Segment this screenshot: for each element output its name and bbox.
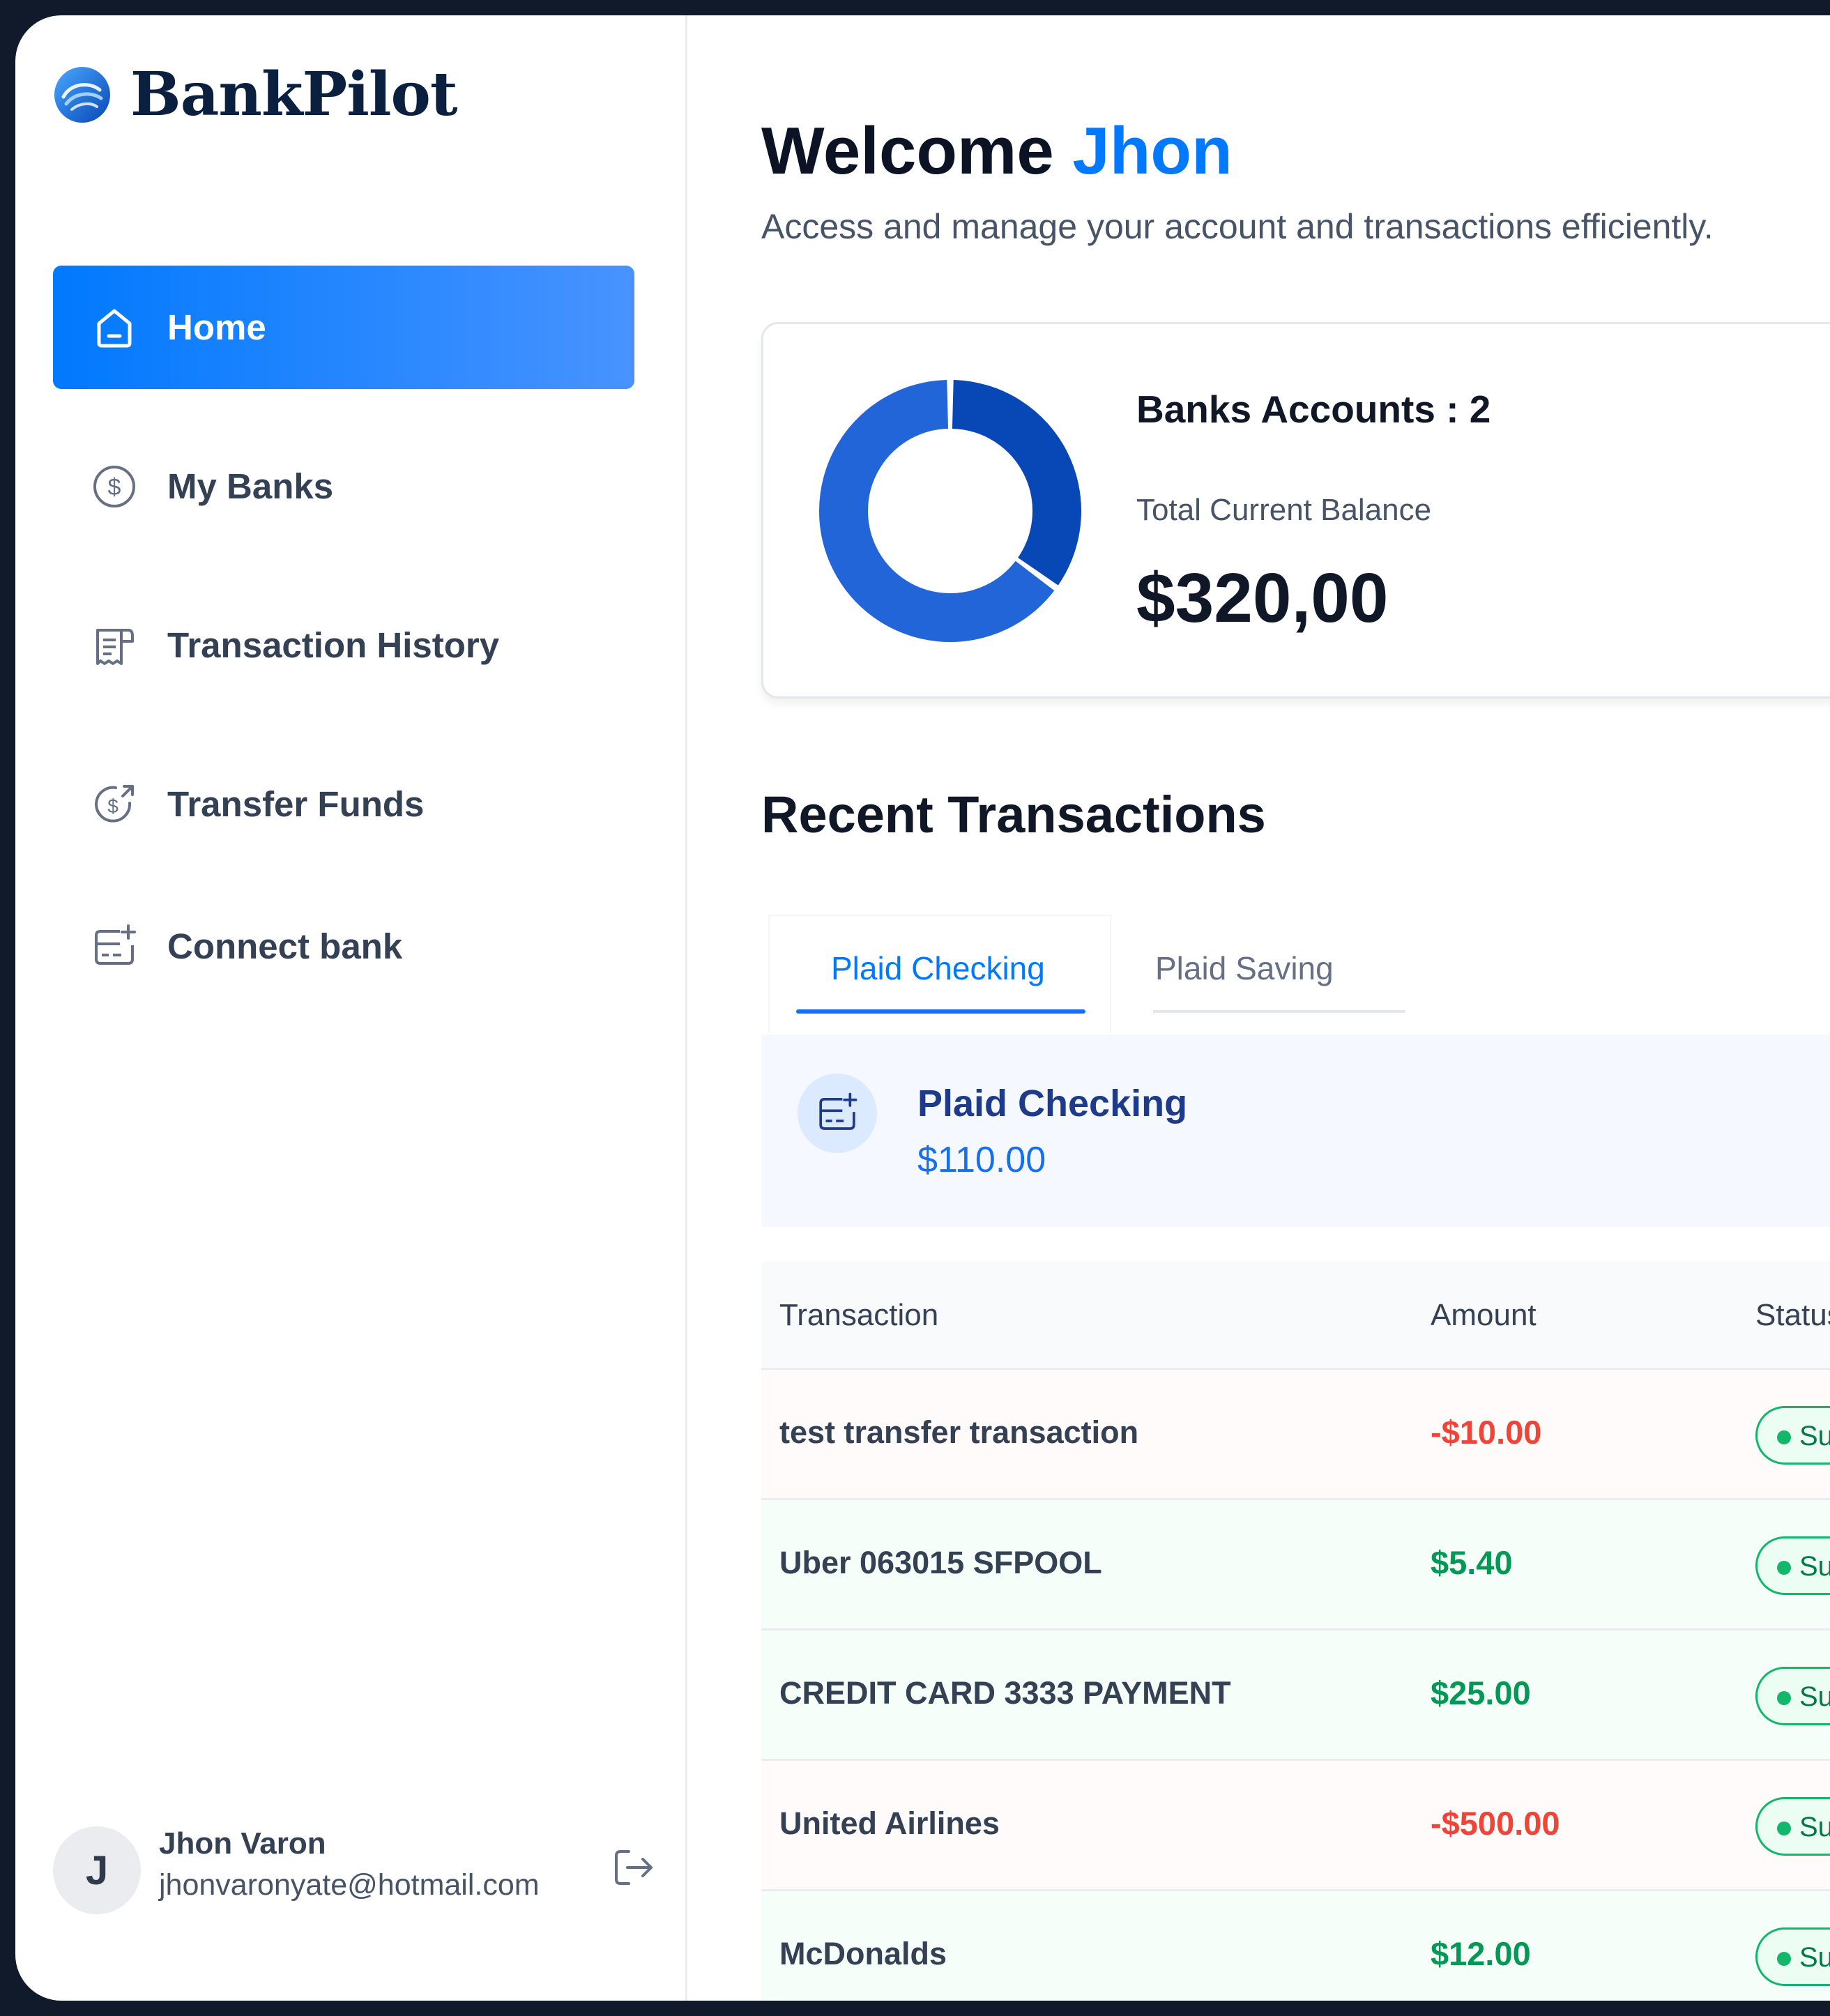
selected-account-banner: Plaid Checking $110.00: [761, 1034, 1830, 1227]
account-name: Plaid Checking: [917, 1083, 1188, 1124]
active-tab-indicator: [796, 1009, 1085, 1014]
status-badge: Suc: [1755, 1667, 1830, 1725]
dollar-circle-icon: $: [93, 465, 135, 507]
avatar[interactable]: J: [53, 1826, 141, 1914]
sidebar-item-label: Connect bank: [167, 926, 403, 966]
status-text: Suc: [1799, 1551, 1830, 1582]
svg-text:$: $: [108, 474, 121, 501]
table-row[interactable]: Uber 063015 SFPOOL $5.40 Suc: [761, 1500, 1830, 1631]
account-icon-wrapper: [798, 1074, 877, 1153]
transaction-amount: $12.00: [1431, 1935, 1531, 1972]
user-name: Jhon Varon: [159, 1826, 326, 1861]
welcome-user-name: Jhon: [1072, 114, 1233, 188]
total-balance-label: Total Current Balance: [1136, 493, 1432, 527]
brand-logo[interactable]: BankPilot: [54, 59, 458, 130]
tab-indicator: [1153, 1010, 1405, 1013]
transaction-amount: $5.40: [1431, 1544, 1513, 1581]
tab-plaid-checking[interactable]: Plaid Checking: [831, 949, 1045, 987]
welcome-prefix: Welcome: [761, 114, 1054, 188]
balance-donut-chart: [819, 380, 1081, 642]
app-window: BankPilot Home $ My Banks Transaction Hi…: [15, 15, 1830, 2001]
transaction-amount: -$10.00: [1431, 1414, 1542, 1451]
status-dot: [1777, 1691, 1791, 1705]
status-badge: Suc: [1755, 1797, 1830, 1856]
sidebar-item-transaction-history[interactable]: Transaction History: [53, 583, 634, 707]
account-balance: $110.00: [917, 1140, 1046, 1180]
sidebar-item-my-banks[interactable]: $ My Banks: [53, 425, 634, 548]
transaction-name: Uber 063015 SFPOOL: [779, 1545, 1102, 1580]
column-header-amount: Amount: [1431, 1298, 1537, 1332]
bankpilot-logo-icon: [54, 66, 110, 123]
column-header-status: Status: [1755, 1298, 1830, 1332]
total-balance-card: Banks Accounts : 2 Total Current Balance…: [761, 322, 1830, 698]
user-email: jhonvaronyate@hotmail.com: [159, 1868, 540, 1902]
transaction-amount: -$500.00: [1431, 1805, 1560, 1842]
status-text: Suc: [1799, 1942, 1830, 1973]
sidebar-item-home[interactable]: Home: [53, 266, 634, 389]
transaction-name: CREDIT CARD 3333 PAYMENT: [779, 1675, 1231, 1711]
status-dot: [1777, 1430, 1791, 1444]
brand-name: BankPilot: [130, 59, 458, 130]
status-dot: [1777, 1952, 1791, 1966]
table-row[interactable]: CREDIT CARD 3333 PAYMENT $25.00 Suc: [761, 1631, 1830, 1761]
status-dot: [1777, 1561, 1791, 1575]
status-badge: Suc: [1755, 1536, 1830, 1595]
main-content: Welcome Jhon Access and manage your acco…: [761, 15, 1830, 2001]
page-subtitle: Access and manage your account and trans…: [761, 207, 1714, 246]
status-badge: Suc: [1755, 1927, 1830, 1986]
transaction-name: United Airlines: [779, 1805, 1000, 1841]
table-row[interactable]: McDonalds $12.00 Suc: [761, 1891, 1830, 2001]
status-text: Suc: [1799, 1681, 1830, 1712]
home-icon: [97, 309, 132, 347]
sidebar: BankPilot Home $ My Banks Transaction Hi…: [15, 15, 687, 2001]
user-profile: J Jhon Varon jhonvaronyate@hotmail.com: [53, 1819, 666, 1924]
page-title: Welcome Jhon: [761, 113, 1233, 190]
card-add-icon: [95, 924, 136, 965]
tab-plaid-saving[interactable]: Plaid Saving: [1155, 949, 1334, 987]
logout-icon[interactable]: [611, 1845, 657, 1891]
status-badge: Suc: [1755, 1406, 1830, 1465]
table-header: Transaction Amount Status: [761, 1262, 1830, 1370]
table-row[interactable]: test transfer transaction -$10.00 Suc: [761, 1370, 1830, 1500]
donut-segment-primary: [952, 380, 1081, 586]
sidebar-item-label: My Banks: [167, 466, 334, 506]
table-row[interactable]: United Airlines -$500.00 Suc: [761, 1761, 1830, 1891]
status-text: Suc: [1799, 1421, 1830, 1451]
column-header-transaction: Transaction: [779, 1298, 939, 1332]
card-add-icon: [819, 1092, 857, 1130]
transaction-name: McDonalds: [779, 1936, 947, 1971]
account-tabs: Plaid Checking Plaid Saving: [761, 915, 1830, 1033]
bank-accounts-count: Banks Accounts : 2: [1136, 388, 1491, 431]
sidebar-item-connect-bank[interactable]: Connect bank: [53, 885, 634, 1008]
transactions-table: Transaction Amount Status test transfer …: [761, 1262, 1830, 2001]
money-send-icon: $: [95, 784, 134, 823]
sidebar-item-label: Transfer Funds: [167, 784, 425, 824]
receipt-icon: [96, 628, 134, 665]
transaction-amount: $25.00: [1431, 1674, 1531, 1711]
total-balance-value: $320,00: [1136, 559, 1389, 637]
recent-transactions-title: Recent Transactions: [761, 786, 1266, 843]
transaction-name: test transfer transaction: [779, 1414, 1139, 1450]
sidebar-item-transfer-funds[interactable]: $ Transfer Funds: [53, 742, 634, 866]
svg-text:$: $: [107, 795, 119, 817]
status-text: Suc: [1799, 1812, 1830, 1842]
sidebar-item-label: Transaction History: [167, 625, 500, 665]
sidebar-item-label: Home: [167, 307, 266, 347]
status-dot: [1777, 1822, 1791, 1835]
